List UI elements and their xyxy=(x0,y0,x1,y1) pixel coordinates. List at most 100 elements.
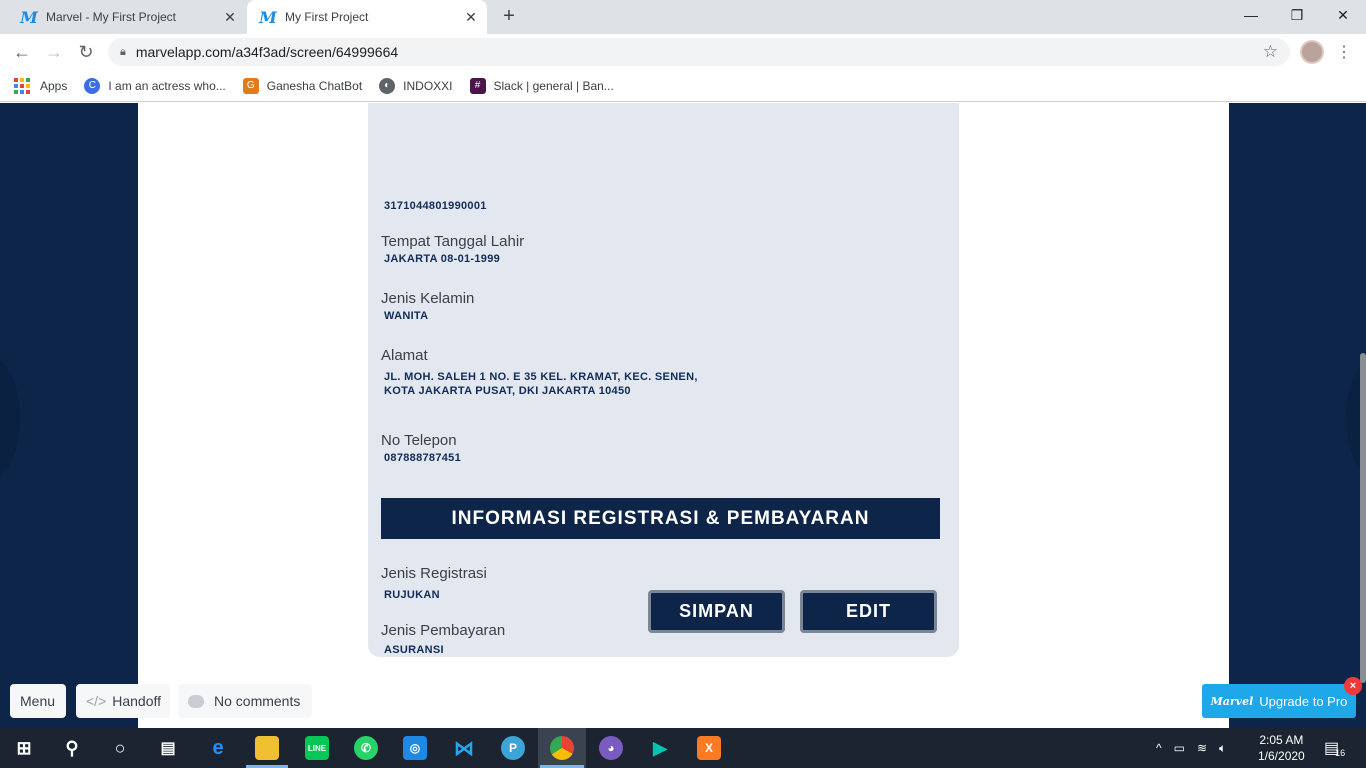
bookmark-label: I am an actress who... xyxy=(108,78,226,93)
forward-icon[interactable]: → xyxy=(42,40,66,64)
tab-marvel-project[interactable]: M Marvel - My First Project ✕ xyxy=(8,0,246,34)
handoff-label: Handoff xyxy=(112,693,162,709)
bookmark-star-icon[interactable]: ☆ xyxy=(1263,42,1278,62)
chevron-up-icon[interactable]: ^ xyxy=(1156,741,1162,755)
bookmark-ganesha[interactable]: G Ganesha ChatBot xyxy=(242,77,363,94)
tab-title: My First Project xyxy=(285,10,369,24)
prototype-screen: 3171044801990001 Tempat Tanggal Lahir JA… xyxy=(138,103,1229,728)
phone-label: No Telepon xyxy=(381,432,457,449)
marvel-favicon-icon: M xyxy=(259,7,277,27)
globe-icon: ◐ xyxy=(379,77,396,94)
address-label: Alamat xyxy=(381,347,428,364)
vscode-icon[interactable]: ⋈ xyxy=(452,736,476,760)
registration-type-label: Jenis Registrasi xyxy=(381,565,487,582)
slack-icon: # xyxy=(469,77,486,94)
url-text: marvelapp.com/a34f3ad/screen/64999664 xyxy=(135,44,399,60)
bookmark-actress[interactable]: C I am an actress who... xyxy=(84,77,226,94)
reload-icon[interactable]: ↻ xyxy=(74,40,98,64)
cat-app-icon[interactable]: ◕ xyxy=(599,736,623,760)
gender-value: WANITA xyxy=(384,310,429,322)
restore-icon[interactable]: ❐ xyxy=(1274,0,1320,30)
camera-app-icon[interactable]: ◎ xyxy=(403,736,427,760)
comments-button[interactable]: No comments xyxy=(178,684,312,718)
menu-kebab-icon[interactable]: ⋮ xyxy=(1336,42,1352,62)
terminal-app-icon[interactable]: ▶ xyxy=(648,736,672,760)
scrollbar[interactable] xyxy=(1360,353,1366,683)
notification-count: 16 xyxy=(1335,748,1346,758)
lock-icon: 🔒︎ xyxy=(120,45,126,58)
menu-label: Menu xyxy=(20,693,56,709)
browser-toolbar: ← → ↻ 🔒︎ marvelapp.com/a34f3ad/screen/64… xyxy=(0,34,1366,70)
bookmark-apps[interactable]: Apps xyxy=(14,77,68,94)
clock-date: 1/6/2020 xyxy=(1258,749,1305,763)
p-app-icon[interactable]: P xyxy=(501,736,525,760)
menu-button[interactable]: Menu xyxy=(10,684,66,718)
ganesha-icon: G xyxy=(242,77,259,94)
section-title-registration-payment: INFORMASI REGISTRASI & PEMBAYARAN xyxy=(381,498,940,539)
minimize-icon[interactable]: — xyxy=(1228,0,1274,30)
save-button[interactable]: SIMPAN xyxy=(648,590,785,633)
registration-type-value: RUJUKAN xyxy=(384,589,440,601)
marvel-favicon-icon: M xyxy=(20,7,38,27)
ttl-label: Tempat Tanggal Lahir xyxy=(381,233,525,250)
line-icon[interactable]: LINE xyxy=(305,736,329,760)
volume-icon[interactable]: 🔈︎ xyxy=(1219,741,1226,756)
address-line-2: KOTA JAKARTA PUSAT, DKI JAKARTA 10450 xyxy=(384,385,631,397)
close-icon[interactable]: ✕ xyxy=(218,9,242,26)
comments-label: No comments xyxy=(214,693,301,709)
taskbar-clock[interactable]: 2:05 AM 1/6/2020 xyxy=(1258,732,1305,764)
task-view-icon[interactable]: ▤ xyxy=(156,736,180,760)
whatsapp-icon[interactable]: ✆ xyxy=(354,736,378,760)
bookmark-label: INDOXXI xyxy=(403,78,453,93)
search-icon[interactable]: ⚲ xyxy=(60,736,84,760)
windows-start-icon[interactable]: ⊞ xyxy=(12,736,36,760)
address-value: JL. MOH. SALEH 1 NO. E 35 KEL. KRAMAT, K… xyxy=(384,370,698,398)
cortana-icon[interactable]: ○ xyxy=(108,736,132,760)
dismiss-upgrade-icon[interactable]: × xyxy=(1344,677,1362,695)
tab-strip: M Marvel - My First Project ✕ M My First… xyxy=(0,0,1366,34)
back-icon[interactable]: ← xyxy=(10,40,34,64)
chrome-icon[interactable] xyxy=(550,736,574,760)
payment-type-label: Jenis Pembayaran xyxy=(381,622,506,639)
marvel-logo: Marvel xyxy=(1210,694,1254,708)
notification-center[interactable]: ▤ 16 xyxy=(1324,728,1345,768)
payment-type-value: ASURANSI xyxy=(384,644,444,656)
bookmark-label: Slack | general | Ban... xyxy=(493,78,614,93)
wifi-icon[interactable]: ≋ xyxy=(1197,741,1207,755)
edge-icon[interactable]: e xyxy=(206,736,230,760)
prototype-viewport: 3171044801990001 Tempat Tanggal Lahir JA… xyxy=(0,103,1366,728)
new-tab-button[interactable]: + xyxy=(497,5,521,29)
comment-bubble-icon xyxy=(188,694,204,708)
gender-label: Jenis Kelamin xyxy=(381,290,475,307)
bookmarks-bar: Apps C I am an actress who... G Ganesha … xyxy=(0,70,1366,102)
code-icon: </> xyxy=(86,693,107,709)
phone-value: 087888787451 xyxy=(384,452,462,464)
ttl-value: JAKARTA 08-01-1999 xyxy=(384,253,501,265)
xampp-icon[interactable]: X xyxy=(697,736,721,760)
system-tray: ^ ▭ ≋ 🔈︎ xyxy=(1156,728,1226,768)
tab-my-first-project[interactable]: M My First Project ✕ xyxy=(247,0,487,34)
address-line-1: JL. MOH. SALEH 1 NO. E 35 KEL. KRAMAT, K… xyxy=(384,371,698,383)
bookmark-label: Ganesha ChatBot xyxy=(266,78,363,93)
upgrade-to-pro-button[interactable]: Marvel Upgrade to Pro xyxy=(1202,684,1356,718)
c-circle-icon: C xyxy=(84,77,101,94)
clock-time: 2:05 AM xyxy=(1259,733,1304,747)
file-explorer-icon[interactable] xyxy=(255,736,279,760)
nik-value: 3171044801990001 xyxy=(384,200,487,212)
bookmark-slack[interactable]: # Slack | general | Ban... xyxy=(469,77,614,94)
window-close-icon[interactable]: ✕ xyxy=(1320,0,1366,30)
upgrade-label: Upgrade to Pro xyxy=(1259,693,1348,709)
windows-taskbar: ⊞ ⚲ ○ ▤ e LINE ✆ ◎ ⋈ P ◕ ▶ X ^ ▭ ≋ 🔈︎ ▤ … xyxy=(0,728,1366,768)
bookmark-label: Apps xyxy=(40,78,68,93)
address-bar[interactable]: 🔒︎ marvelapp.com/a34f3ad/screen/64999664… xyxy=(108,38,1290,66)
bookmark-indoxxi[interactable]: ◐ INDOXXI xyxy=(379,77,453,94)
close-icon[interactable]: ✕ xyxy=(459,9,483,26)
profile-avatar[interactable] xyxy=(1300,40,1324,64)
prev-screen-arrow[interactable] xyxy=(0,353,20,483)
battery-icon[interactable]: ▭ xyxy=(1174,741,1185,755)
edit-button[interactable]: EDIT xyxy=(800,590,937,633)
tab-title: Marvel - My First Project xyxy=(46,10,177,24)
patient-form-card: 3171044801990001 Tempat Tanggal Lahir JA… xyxy=(368,103,959,657)
apps-grid-icon xyxy=(14,77,30,94)
handoff-button[interactable]: </> Handoff xyxy=(76,684,170,718)
